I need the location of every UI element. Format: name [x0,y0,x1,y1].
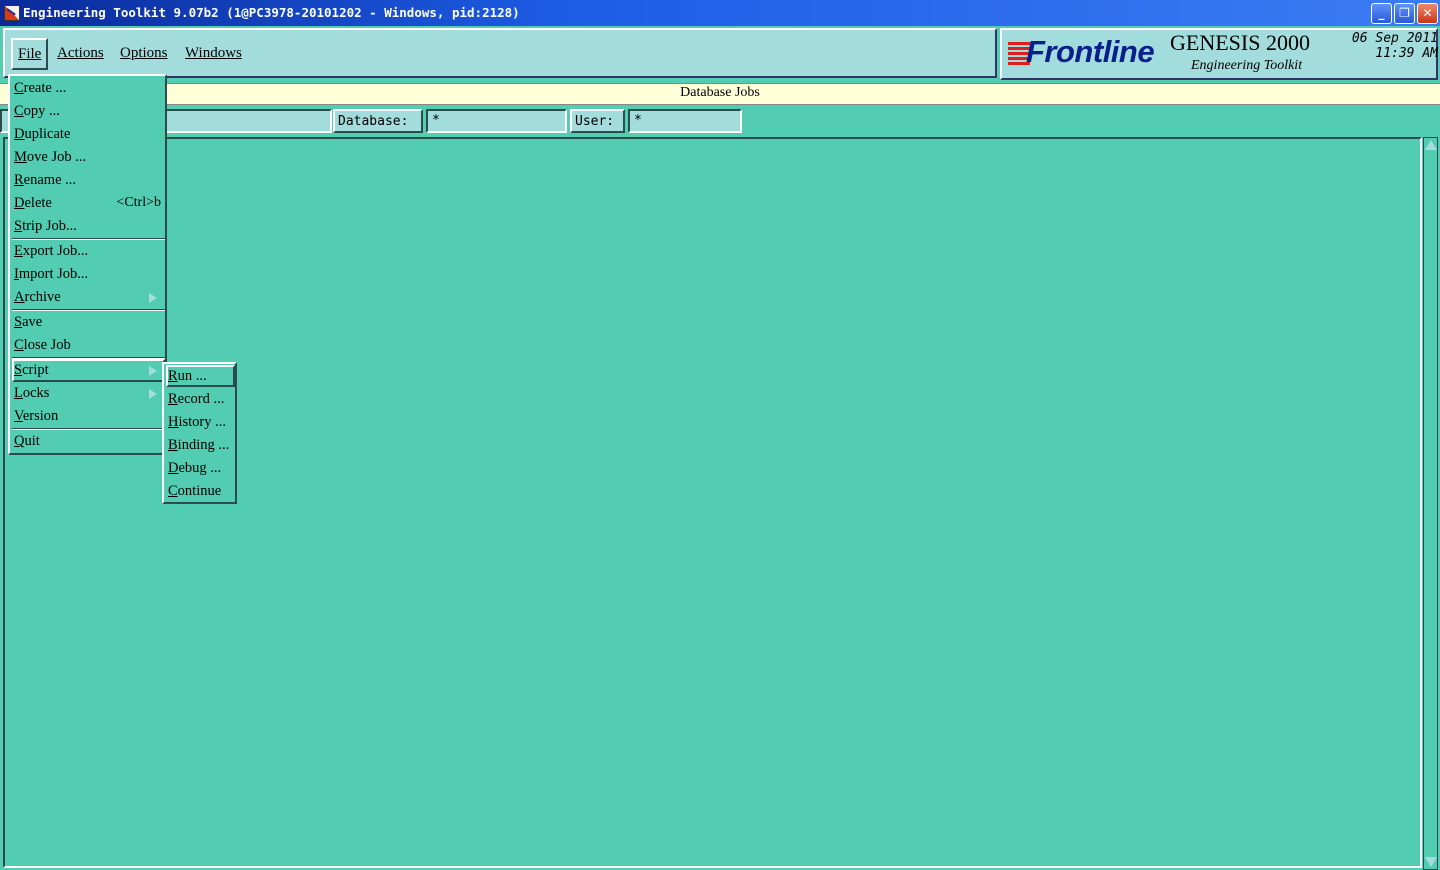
scroll-down-icon[interactable] [1425,857,1437,867]
user-label: User: [570,109,625,133]
script-submenu: Run ... Record ... History ... Binding .… [162,362,237,504]
menu-file-label: File [18,46,42,62]
menu-item-debug[interactable]: Debug ... [168,460,221,477]
menu-item-save[interactable]: Save [14,314,42,331]
date-time: 06 Sep 2011 11:39 AM [1338,31,1438,61]
menu-item-quit[interactable]: Quit [14,433,40,450]
menu-windows[interactable]: Windows [185,45,242,62]
script-submenu-arrow-icon [149,366,157,376]
menu-item-move-job[interactable]: Move Job ... [14,149,86,166]
header-band: Database Jobs [0,83,1440,105]
menu-item-script[interactable]: Script [14,362,49,379]
maximize-button[interactable]: ❐ [1394,3,1415,24]
menu-item-run[interactable]: Run ... [168,368,207,385]
window-title: Engineering Toolkit 9.07b2 (1@PC3978-201… [23,5,520,20]
menu-windows-label: Windows [185,45,242,61]
menu-item-strip-job[interactable]: Strip Job... [14,218,77,235]
database-label: Database: [333,109,423,133]
logo-panel: Frontline GENESIS 2000 Engineering Toolk… [1000,28,1438,80]
product-subtitle: Engineering Toolkit [1191,58,1303,73]
vertical-scrollbar[interactable] [1423,137,1438,870]
menu-item-archive[interactable]: Archive [14,289,61,306]
menu-separator [12,428,165,430]
menu-bar: File Actions Options Windows [3,28,997,78]
current-time: 11:39 AM [1375,46,1438,61]
current-date: 06 Sep 2011 [1351,31,1438,46]
menu-item-binding[interactable]: Binding ... [168,437,229,454]
menu-options[interactable]: Options [120,45,168,62]
menu-item-import-job[interactable]: Import Job... [14,266,88,283]
menu-item-copy[interactable]: Copy ... [14,103,60,120]
close-button[interactable]: ✕ [1417,3,1438,24]
menu-item-history[interactable]: History ... [168,414,226,431]
minimize-button[interactable]: _ [1371,3,1392,24]
user-filter-input[interactable]: * [628,109,742,133]
database-filter-input[interactable]: * [426,109,567,133]
page-title: Database Jobs [680,85,760,100]
menu-item-duplicate[interactable]: Duplicate [14,126,70,143]
menu-separator [12,309,165,311]
menu-file[interactable]: File [11,38,49,70]
menu-item-rename[interactable]: Rename ... [14,172,76,189]
menu-actions-label: Actions [57,45,104,61]
product-name: GENESIS 2000 [1170,30,1310,55]
scroll-up-icon[interactable] [1425,140,1437,150]
menu-separator [12,238,165,240]
menu-item-create[interactable]: Create ... [14,80,66,97]
file-menu: Create ... Copy ... Duplicate Move Job .… [8,74,167,455]
menu-item-locks[interactable]: Locks [14,385,49,402]
menu-item-continue[interactable]: Continue [168,483,221,500]
brand-name: Frontline [1026,34,1155,69]
menu-item-version[interactable]: Version [14,408,58,425]
menu-item-record[interactable]: Record ... [168,391,224,408]
locks-submenu-arrow-icon [149,389,157,399]
menu-actions[interactable]: Actions [57,45,104,62]
menu-options-label: Options [120,45,168,61]
filter-row: Database: * User: * [0,107,1440,135]
menu-item-close-job[interactable]: Close Job [14,337,71,354]
title-bar[interactable]: Engineering Toolkit 9.07b2 (1@PC3978-201… [0,0,1440,26]
delete-shortcut: <Ctrl>b [116,195,161,210]
menu-item-export-job[interactable]: Export Job... [14,243,88,260]
archive-submenu-arrow-icon [149,293,157,303]
menu-item-delete[interactable]: Delete [14,195,52,212]
app-icon [4,5,20,21]
